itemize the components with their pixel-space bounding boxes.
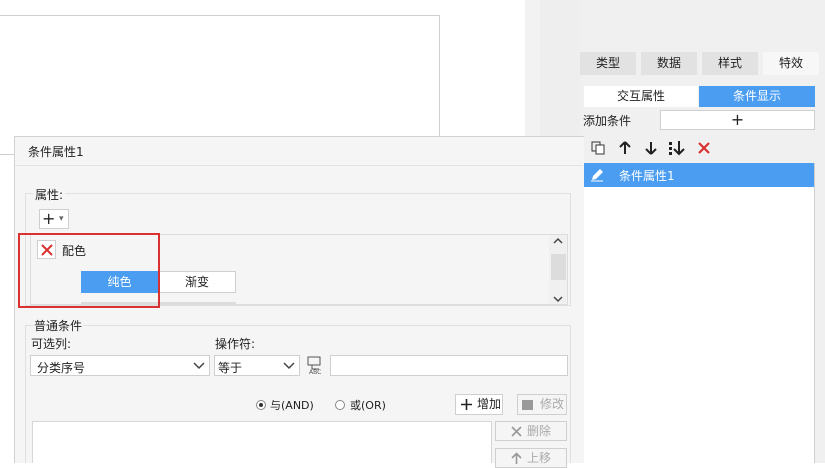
list-item[interactable]: 条件属性1 <box>584 163 814 187</box>
scroll-thumb[interactable] <box>551 254 566 280</box>
canvas-sheet <box>0 15 440 155</box>
close-icon <box>511 426 522 437</box>
dialog-title: 条件属性1 <box>28 145 84 159</box>
add-condition-label: 添加条件 <box>583 114 632 128</box>
add-condition-button[interactable]: + <box>660 110 815 130</box>
tab-type[interactable]: 类型 <box>580 52 638 75</box>
operator-select-value: 等于 <box>218 361 243 375</box>
modify-button-label: 修改 <box>540 397 565 411</box>
tab-data[interactable]: 数据 <box>641 52 699 75</box>
or-radio[interactable] <box>335 400 345 410</box>
edit-pencil-icon <box>589 167 605 186</box>
add-button-label: 增加 <box>477 397 502 411</box>
highlight-box <box>18 233 160 308</box>
delete-condition-icon[interactable] <box>695 140 713 158</box>
formula-icon[interactable]: ABC <box>305 354 327 376</box>
chevron-down-icon: ▾ <box>59 214 64 224</box>
edit-icon <box>522 400 533 410</box>
tab-style[interactable]: 样式 <box>702 52 760 75</box>
svg-text:ABC: ABC <box>309 369 321 376</box>
move-down-icon[interactable] <box>642 140 660 158</box>
add-attribute-button[interactable]: + ▾ <box>39 209 69 229</box>
title-divider <box>15 165 583 166</box>
move-up-button-label: 上移 <box>527 451 552 465</box>
tab-gradient[interactable]: 渐变 <box>158 271 236 293</box>
modify-button[interactable]: 修改 <box>517 394 567 415</box>
normal-condition-label: 普通条件 <box>33 317 84 334</box>
delete-button[interactable]: 删除 <box>495 421 567 441</box>
column-select-value: 分类序号 <box>37 361 86 375</box>
move-up-icon[interactable] <box>616 140 634 158</box>
subtab-conditional-display[interactable]: 条件显示 <box>699 86 815 107</box>
column-select[interactable]: 分类序号 <box>30 355 210 376</box>
attributes-label: 属性: <box>33 186 66 203</box>
or-radio-label: 或(OR) <box>350 399 386 412</box>
move-up-button[interactable]: 上移 <box>495 448 567 468</box>
arrow-up-icon <box>511 452 522 464</box>
copy-icon[interactable] <box>589 140 607 158</box>
chevron-down-icon <box>283 362 295 370</box>
delete-button-label: 删除 <box>527 424 552 438</box>
scroll-down-icon[interactable] <box>553 292 563 306</box>
condition-value-input[interactable] <box>330 355 568 376</box>
operator-select[interactable]: 等于 <box>214 355 300 376</box>
condition-list-area <box>32 421 492 463</box>
list-item-label: 条件属性1 <box>619 169 675 183</box>
plus-icon: + <box>42 209 56 228</box>
selectable-column-label: 可选列: <box>31 337 72 351</box>
plus-icon <box>461 399 472 410</box>
scroll-up-icon[interactable] <box>553 237 563 248</box>
chevron-down-icon <box>193 362 205 370</box>
sort-icon[interactable] <box>668 140 686 158</box>
add-condition-row-button[interactable]: 增加 <box>455 394 503 415</box>
plus-icon: + <box>730 110 745 129</box>
condition-list <box>583 163 815 463</box>
operator-label: 操作符: <box>215 337 256 351</box>
and-radio[interactable] <box>256 400 266 410</box>
tab-effects[interactable]: 特效 <box>763 52 821 75</box>
and-radio-label: 与(AND) <box>270 399 314 412</box>
subtab-interaction[interactable]: 交互属性 <box>584 86 698 107</box>
